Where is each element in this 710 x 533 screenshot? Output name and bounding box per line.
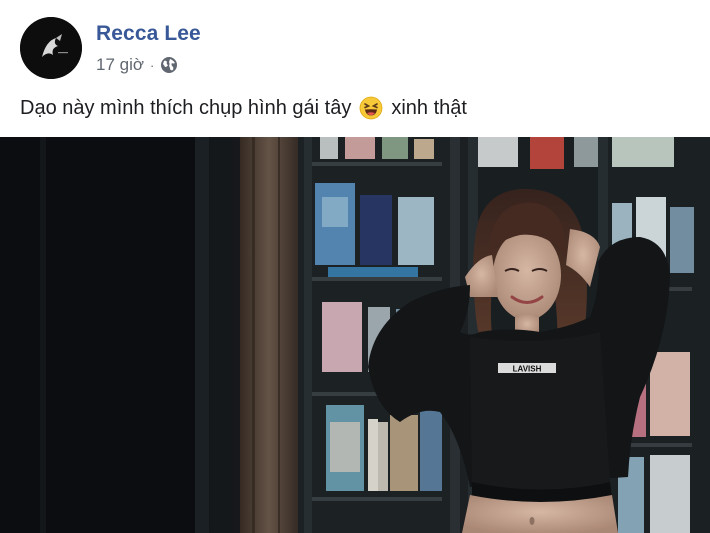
laughing-face-icon: [359, 96, 383, 120]
globe-icon[interactable]: [160, 56, 178, 74]
facebook-post: Recca Lee 17 giờ · Dạo này mình thích ch…: [0, 0, 710, 533]
post-header: Recca Lee 17 giờ · Dạo này mình thích ch…: [0, 0, 710, 137]
post-caption: Dạo này mình thích chụp hình gái tây xin…: [20, 96, 467, 120]
post-meta: 17 giờ ·: [96, 54, 178, 76]
meta-separator: ·: [150, 57, 155, 73]
photo-scene: LAVISH: [0, 137, 710, 533]
post-timestamp-link[interactable]: 17 giờ: [96, 55, 144, 75]
caption-text-start: Dạo này mình thích chụp hình gái tây: [20, 96, 352, 119]
avatar-logo-icon: [20, 17, 82, 79]
caption-text-end: xinh thật: [391, 96, 467, 119]
post-photo[interactable]: LAVISH: [0, 137, 710, 533]
author-avatar[interactable]: [20, 17, 82, 79]
author-name-link[interactable]: Recca Lee: [96, 22, 201, 46]
